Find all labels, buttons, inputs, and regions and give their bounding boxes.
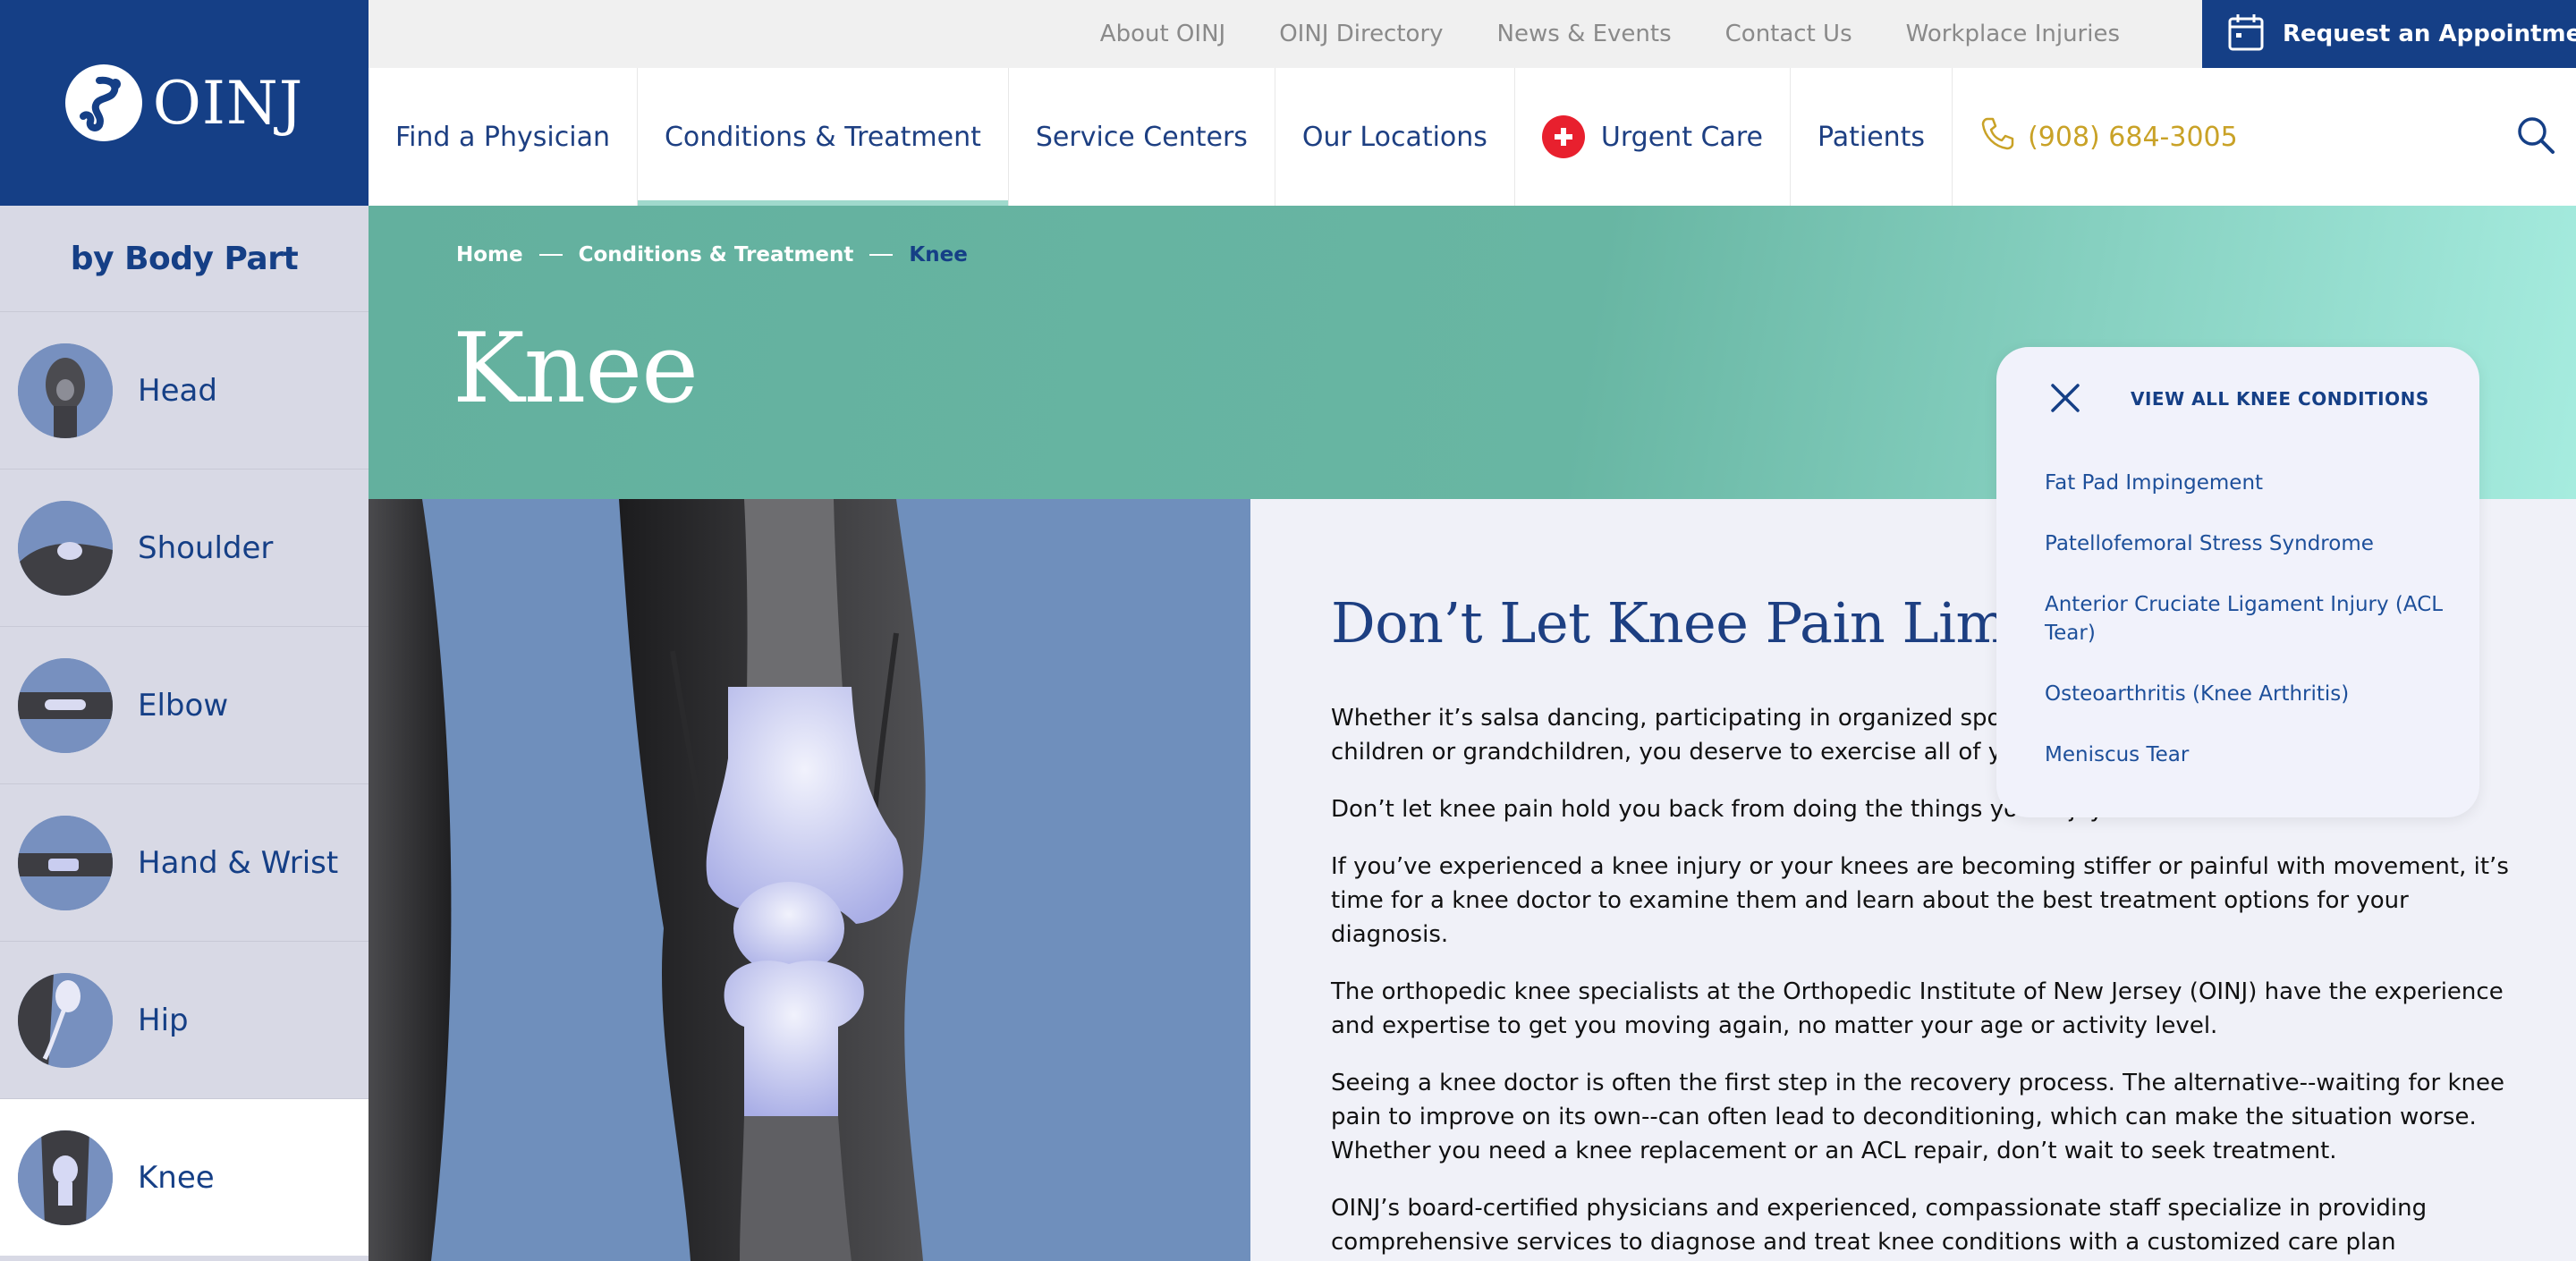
appointment-label: Request an Appointment xyxy=(2283,21,2576,47)
utility-bar: About OINJ OINJ Directory News & Events … xyxy=(369,0,2576,68)
page-title: Knee xyxy=(453,313,699,425)
sidebar-item-head[interactable]: Head xyxy=(0,311,369,469)
util-link-news[interactable]: News & Events xyxy=(1497,21,1672,47)
breadcrumb-home[interactable]: Home xyxy=(456,243,523,267)
body-part-sidebar: by Body Part Head Shoulder Elbow Hand & … xyxy=(0,206,369,1261)
condition-link[interactable]: Patellofemoral Stress Syndrome xyxy=(2045,529,2456,558)
logo-block[interactable]: OINJ xyxy=(0,0,369,206)
phone-number: (908) 684-3005 xyxy=(2028,121,2238,153)
knee-conditions-panel: VIEW ALL KNEE CONDITIONS Fat Pad Impinge… xyxy=(1996,347,2479,817)
phone-link[interactable]: (908) 684-3005 xyxy=(1953,68,2265,206)
knee-anatomy-image xyxy=(369,499,1250,1261)
nav-urgent-care[interactable]: Urgent Care xyxy=(1515,68,1791,206)
sidebar-item-label: Elbow xyxy=(138,687,229,724)
runner-logo-icon xyxy=(64,64,142,141)
conditions-list: Fat Pad Impingement Patellofemoral Stres… xyxy=(2045,469,2456,801)
content-paragraph: OINJ’s board-certified physicians and ex… xyxy=(1331,1195,2428,1256)
hip-thumbnail xyxy=(18,972,113,1068)
sidebar-item-knee[interactable]: Knee xyxy=(0,1098,369,1256)
sidebar-item-hand-wrist[interactable]: Hand & Wrist xyxy=(0,783,369,941)
breadcrumb-separator xyxy=(869,254,894,256)
nav-urgent-care-label: Urgent Care xyxy=(1600,121,1763,153)
nav-find-physician[interactable]: Find a Physician xyxy=(369,68,638,206)
close-icon[interactable] xyxy=(2043,376,2088,420)
sidebar-item-label: Knee xyxy=(138,1159,215,1196)
main-nav: Find a Physician Conditions & Treatment … xyxy=(369,68,2576,206)
content-paragraph: The orthopedic knee specialists at the O… xyxy=(1331,978,2504,1039)
sidebar-item-label: Hip xyxy=(138,1002,189,1038)
sidebar-title: by Body Part xyxy=(70,240,299,277)
nav-service-centers[interactable]: Service Centers xyxy=(1009,68,1275,206)
sidebar-item-elbow[interactable]: Elbow xyxy=(0,626,369,783)
plus-icon xyxy=(1541,115,1585,158)
brand-name: OINJ xyxy=(152,68,304,138)
condition-link[interactable]: Meniscus Tear xyxy=(2045,741,2456,769)
phone-icon xyxy=(1979,115,2015,158)
util-link-about[interactable]: About OINJ xyxy=(1100,21,1225,47)
calendar-icon xyxy=(2227,13,2265,55)
util-link-directory[interactable]: OINJ Directory xyxy=(1279,21,1443,47)
sidebar-item-label: Shoulder xyxy=(138,529,274,566)
util-link-workplace[interactable]: Workplace Injuries xyxy=(1906,21,2120,47)
nav-patients[interactable]: Patients xyxy=(1791,68,1953,206)
sidebar-item-label: Head xyxy=(138,372,217,409)
nav-conditions-treatment[interactable]: Conditions & Treatment xyxy=(637,68,1009,206)
head-thumbnail xyxy=(18,343,113,438)
request-appointment-button[interactable]: Request an Appointment xyxy=(2202,0,2576,68)
hand-wrist-thumbnail xyxy=(18,815,113,910)
breadcrumb-separator xyxy=(538,254,563,256)
content-paragraph: If you’ve experienced a knee injury or y… xyxy=(1331,853,2509,948)
panel-title: VIEW ALL KNEE CONDITIONS xyxy=(2131,388,2429,410)
nav-our-locations[interactable]: Our Locations xyxy=(1275,68,1515,206)
condition-link[interactable]: Fat Pad Impingement xyxy=(2045,469,2456,497)
content-paragraph: Seeing a knee doctor is often the first … xyxy=(1331,1070,2504,1164)
breadcrumb: Home Conditions & Treatment Knee xyxy=(456,243,968,267)
breadcrumb-current: Knee xyxy=(909,243,968,267)
sidebar-item-label: Hand & Wrist xyxy=(138,844,339,881)
knee-thumbnail xyxy=(18,1130,113,1225)
condition-link[interactable]: Osteoarthritis (Knee Arthritis) xyxy=(2045,680,2456,708)
search-icon[interactable] xyxy=(2513,113,2558,157)
logo[interactable]: OINJ xyxy=(64,64,304,141)
sidebar-item-hip[interactable]: Hip xyxy=(0,941,369,1098)
elbow-thumbnail xyxy=(18,657,113,753)
utility-links: About OINJ OINJ Directory News & Events … xyxy=(1100,0,2120,68)
util-link-contact[interactable]: Contact Us xyxy=(1725,21,1852,47)
shoulder-thumbnail xyxy=(18,500,113,596)
condition-link[interactable]: Anterior Cruciate Ligament Injury (ACL T… xyxy=(2045,590,2456,647)
sidebar-item-shoulder[interactable]: Shoulder xyxy=(0,469,369,626)
breadcrumb-conditions[interactable]: Conditions & Treatment xyxy=(579,243,854,267)
